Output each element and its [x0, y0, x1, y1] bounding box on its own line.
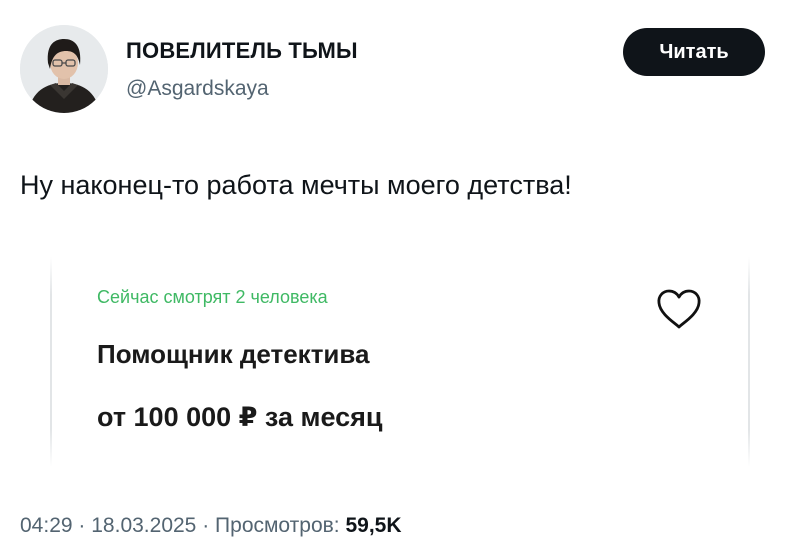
avatar-image	[20, 25, 108, 113]
vacancy-card[interactable]: Сейчас смотрят 2 человека Помощник детек…	[50, 257, 750, 467]
tweet: ПОВЕЛИТЕЛЬ ТЬМЫ @Asgardskaya Читать Ну н…	[0, 0, 800, 560]
vacancy-title[interactable]: Помощник детектива	[97, 339, 370, 370]
card-border-right	[748, 257, 750, 467]
views-count: 59,5K	[345, 514, 402, 537]
card-border-left	[50, 257, 52, 467]
avatar[interactable]	[20, 25, 108, 113]
heart-outline-icon[interactable]	[653, 286, 705, 332]
tweet-text: Ну наконец-то работа мечты моего детства…	[20, 170, 572, 200]
tweet-date[interactable]: 18.03.2025	[91, 514, 196, 537]
viewers-count-text: Сейчас смотрят 2 человека	[97, 287, 328, 307]
follow-button[interactable]: Читать	[623, 28, 765, 76]
meta-separator: ·	[202, 514, 210, 537]
vacancy-salary: от 100 000 ₽ за месяц	[97, 402, 383, 432]
author-display-name[interactable]: ПОВЕЛИТЕЛЬ ТЬМЫ	[126, 38, 358, 64]
tweet-time[interactable]: 04:29	[20, 514, 73, 537]
views-label: Просмотров:	[215, 514, 340, 537]
tweet-meta: 04:29 · 18.03.2025 · Просмотров: 59,5K	[20, 514, 402, 538]
author-handle[interactable]: @Asgardskaya	[126, 77, 269, 101]
meta-separator: ·	[78, 514, 86, 537]
